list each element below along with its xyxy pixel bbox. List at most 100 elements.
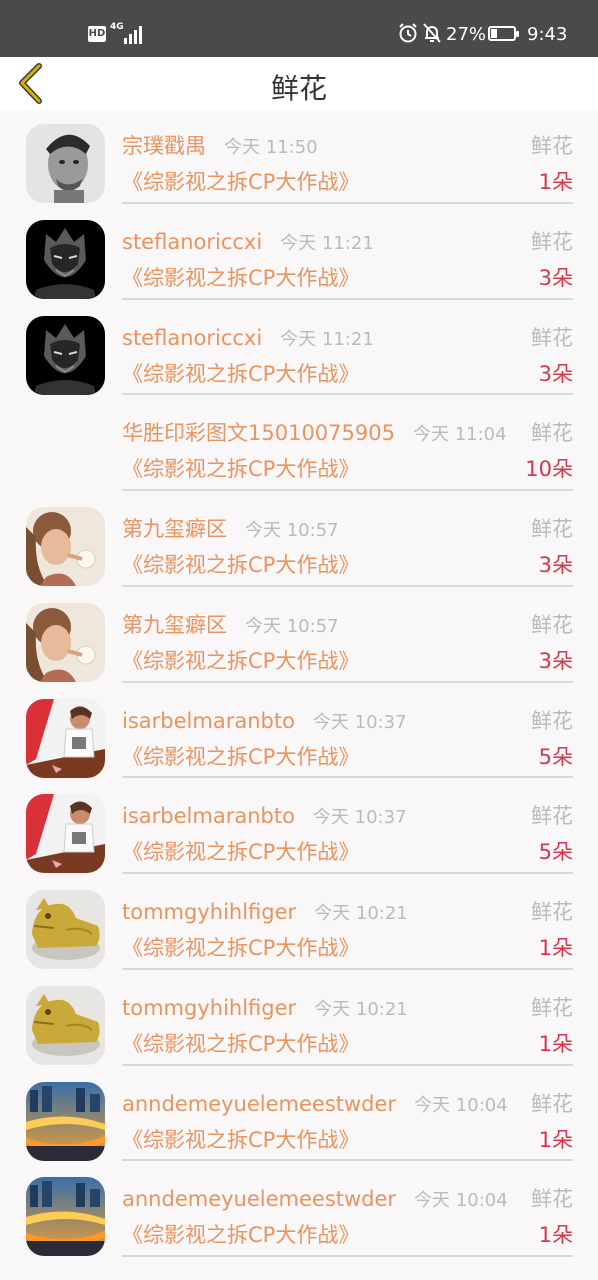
avatar[interactable] — [26, 1177, 105, 1257]
flower-record-list: 宗璞戳禺 今天 11:50 鲜花 《综影视之拆CP大作战》 1朵 steflano… — [0, 110, 598, 1259]
show-title: 《综影视之拆CP大作战》 — [122, 1127, 360, 1152]
user-name[interactable]: steflanoriccxi 今天 11:21 — [122, 228, 374, 258]
timestamp: 今天 10:57 — [245, 520, 339, 541]
gift-type: 鲜花 — [531, 1187, 573, 1212]
avatar[interactable] — [26, 890, 105, 969]
timestamp: 今天 10:04 — [414, 1190, 508, 1212]
list-item[interactable]: anndemeyuelemeestwder 今天 10:04 鲜花 《综影视之拆C… — [0, 1068, 598, 1164]
timestamp: 今天 10:57 — [245, 615, 339, 637]
avatar[interactable] — [26, 507, 105, 586]
user-name[interactable]: 宗璞戳禺 今天 11:50 — [122, 132, 318, 162]
timestamp: 今天 10:37 — [312, 711, 407, 733]
divider — [122, 201, 573, 204]
gift-type: 鲜花 — [531, 229, 573, 254]
show-title: 《综影视之拆CP大作战》 — [122, 457, 360, 482]
user-name[interactable]: steflanoriccxi 今天 11:21 — [122, 324, 374, 354]
user-name[interactable]: isarbelmaranbto 今天 10:37 — [122, 707, 407, 737]
flower-count: 3朵 — [538, 265, 573, 290]
show-title: 《综影视之拆CP大作战》 — [122, 840, 360, 865]
user-name[interactable]: tommgyhihlfiger 今天 10:21 — [122, 898, 408, 928]
avatar[interactable] — [26, 602, 105, 682]
avatar[interactable] — [26, 1081, 105, 1161]
list-item[interactable]: 华胜印彩图文15010075905 今天 11:04 鲜花 《综影视之拆CP大作战… — [0, 397, 598, 493]
gift-type: 鲜花 — [531, 612, 573, 637]
status-bar: HD 4G 27% 9:43 — [0, 0, 598, 57]
show-title: 《综影视之拆CP大作战》 — [122, 361, 360, 386]
hd-badge: HD — [88, 26, 106, 42]
timestamp: 今天 10:37 — [312, 807, 407, 829]
flower-count: 5朵 — [538, 744, 573, 769]
flower-count: 10朵 — [525, 457, 573, 482]
timestamp: 今天 11:04 — [412, 424, 507, 446]
gift-type: 鲜花 — [531, 325, 573, 350]
network-type: 4G — [110, 22, 124, 32]
avatar[interactable] — [26, 124, 105, 203]
timestamp: 今天 10:21 — [314, 998, 408, 1020]
clock: 9:43 — [527, 24, 568, 45]
gift-type: 鲜花 — [531, 804, 573, 829]
user-name[interactable]: anndemeyuelemeestwder 今天 10:04 — [122, 1185, 508, 1215]
divider — [122, 584, 573, 587]
user-name[interactable]: 第九玺癖区 今天 10:57 — [122, 611, 339, 641]
show-title: 《综影视之拆CP大作战》 — [122, 744, 360, 769]
avatar[interactable] — [26, 315, 105, 395]
page-title: 鲜花 — [270, 72, 327, 105]
flower-count: 3朵 — [538, 553, 573, 577]
gift-type: 鲜花 — [531, 134, 573, 158]
divider — [122, 1255, 573, 1257]
divider — [122, 680, 573, 683]
show-title: 《综影视之拆CP大作战》 — [122, 553, 360, 577]
flower-count: 1朵 — [538, 170, 573, 194]
user-name[interactable]: anndemeyuelemeestwder 今天 10:04 — [122, 1090, 508, 1120]
header: 鲜花 — [0, 57, 598, 110]
signal-icon — [124, 24, 142, 44]
show-title: 《综影视之拆CP大作战》 — [122, 936, 360, 960]
gift-type: 鲜花 — [531, 421, 573, 446]
timestamp: 今天 11:21 — [280, 328, 374, 350]
avatar[interactable] — [26, 985, 105, 1065]
divider — [122, 1159, 573, 1162]
user-name[interactable]: isarbelmaranbto 今天 10:37 — [122, 802, 407, 832]
flower-count: 1朵 — [538, 936, 573, 960]
show-title: 《综影视之拆CP大作战》 — [122, 170, 360, 194]
gift-type: 鲜花 — [531, 995, 573, 1020]
battery-percent: 27% — [446, 24, 487, 45]
avatar[interactable] — [26, 698, 105, 778]
list-item[interactable]: 第九玺癖区 今天 10:57 鲜花 《综影视之拆CP大作战》 3朵 — [0, 493, 598, 589]
flower-count: 5朵 — [538, 840, 573, 865]
avatar[interactable] — [26, 219, 105, 299]
show-title: 《综影视之拆CP大作战》 — [122, 265, 360, 290]
list-item[interactable]: 宗璞戳禺 今天 11:50 鲜花 《综影视之拆CP大作战》 1朵 — [0, 110, 598, 206]
flower-count: 1朵 — [538, 1031, 573, 1056]
list-item[interactable]: steflanoriccxi 今天 11:21 鲜花 《综影视之拆CP大作战》 3… — [0, 206, 598, 302]
list-item[interactable]: tommgyhihlfiger 今天 10:21 鲜花 《综影视之拆CP大作战》 … — [0, 876, 598, 972]
divider — [122, 776, 573, 779]
user-name[interactable]: 第九玺癖区 今天 10:57 — [122, 515, 339, 545]
list-item[interactable]: isarbelmaranbto 今天 10:37 鲜花 《综影视之拆CP大作战》 … — [0, 685, 598, 781]
mute-bell-icon — [423, 23, 441, 43]
timestamp: 今天 10:21 — [314, 903, 408, 924]
timestamp: 今天 11:21 — [280, 232, 374, 254]
flower-count: 1朵 — [538, 1223, 573, 1248]
list-item[interactable]: steflanoriccxi 今天 11:21 鲜花 《综影视之拆CP大作战》 3… — [0, 302, 598, 398]
gift-type: 鲜花 — [531, 708, 573, 733]
flower-count: 3朵 — [538, 361, 573, 386]
show-title: 《综影视之拆CP大作战》 — [122, 1223, 360, 1248]
alarm-icon — [399, 23, 417, 43]
list-item[interactable]: tommgyhihlfiger 今天 10:21 鲜花 《综影视之拆CP大作战》 … — [0, 972, 598, 1068]
avatar[interactable] — [26, 794, 105, 874]
user-name[interactable]: tommgyhihlfiger 今天 10:21 — [122, 994, 408, 1024]
timestamp: 今天 11:50 — [224, 137, 318, 158]
divider — [122, 967, 573, 970]
divider — [122, 872, 573, 874]
list-item[interactable]: anndemeyuelemeestwder 今天 10:04 鲜花 《综影视之拆C… — [0, 1163, 598, 1259]
list-item[interactable]: isarbelmaranbto 今天 10:37 鲜花 《综影视之拆CP大作战》 … — [0, 780, 598, 876]
flower-count: 1朵 — [538, 1127, 573, 1152]
battery-icon — [488, 26, 519, 41]
divider — [122, 393, 573, 396]
timestamp: 今天 10:04 — [414, 1094, 508, 1116]
list-item[interactable]: 第九玺癖区 今天 10:57 鲜花 《综影视之拆CP大作战》 3朵 — [0, 589, 598, 685]
divider — [122, 1063, 573, 1066]
user-name[interactable]: 华胜印彩图文15010075905 今天 11:04 — [122, 419, 507, 449]
show-title: 《综影视之拆CP大作战》 — [122, 648, 360, 673]
